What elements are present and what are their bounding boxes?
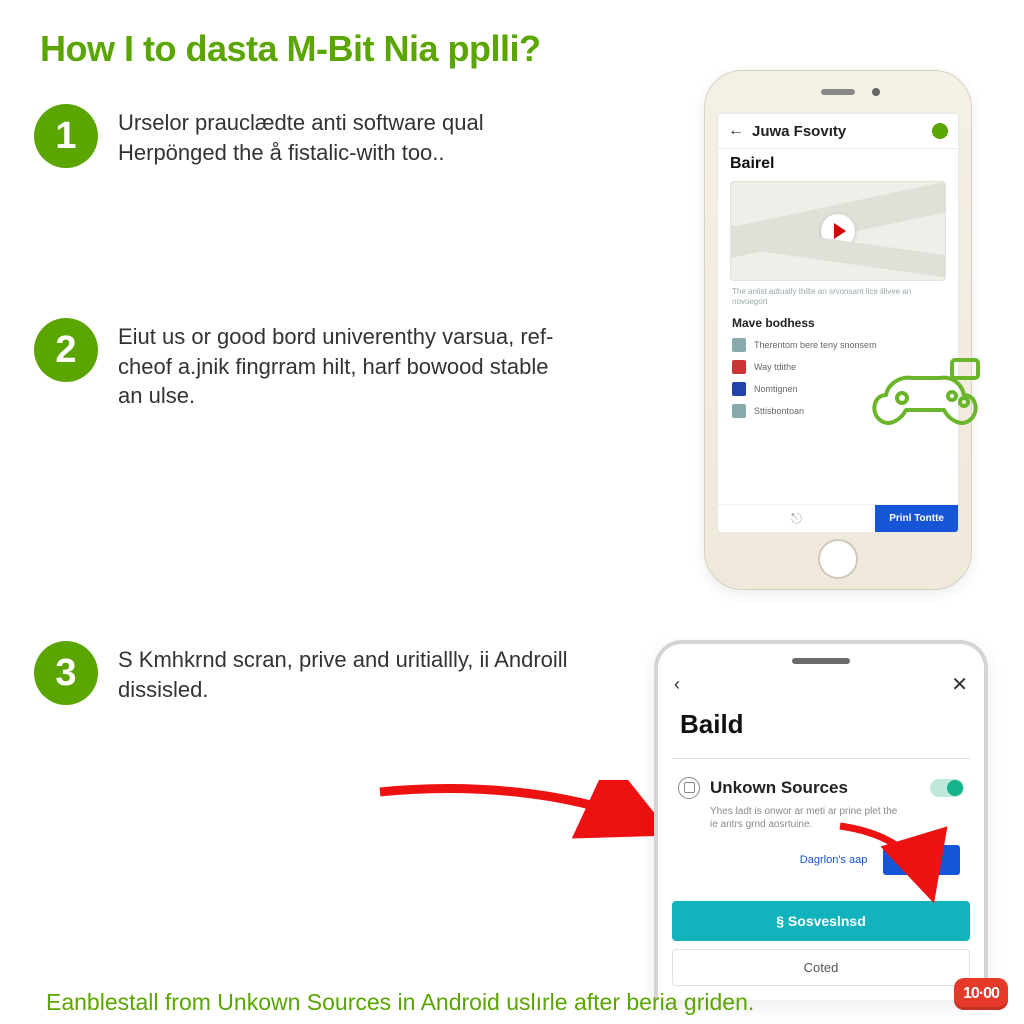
wide-action-button[interactable]: § Sosveslnsd xyxy=(672,901,970,941)
list-item-label: Way tdithe xyxy=(754,362,796,372)
sources-icon xyxy=(678,777,700,799)
home-button[interactable] xyxy=(818,539,858,579)
watermark-badge: 10·00 xyxy=(954,978,1008,1010)
step-number-badge: 3 xyxy=(34,641,98,705)
secondary-action-button[interactable]: Coted xyxy=(672,949,970,986)
step-number-badge: 2 xyxy=(34,318,98,382)
sheet-grip xyxy=(792,658,850,664)
game-controller-icon xyxy=(866,340,996,430)
confirm-button[interactable]: Riannl xyxy=(883,845,960,875)
primary-footer-button[interactable]: Prinl Tontte xyxy=(875,505,958,532)
sheet-title: Baild xyxy=(658,699,984,758)
step-text: Urselor prauclædte anti software qual He… xyxy=(118,104,578,167)
play-icon[interactable] xyxy=(821,214,855,248)
map-preview[interactable] xyxy=(730,181,946,281)
phone-mockup-app: ← Juwa Fsovıty Bairel The anlist adtuall… xyxy=(704,70,972,590)
step-3: 3 S Kmhkrnd scran, prive and uritiallly,… xyxy=(34,641,634,705)
unknown-sources-description: Yhes ladt is onwor ar meti ar prine plet… xyxy=(678,799,898,845)
close-icon[interactable]: ✕ xyxy=(951,672,968,697)
back-icon[interactable]: ‹ xyxy=(674,674,680,695)
step-text: Eiut us or good bord univerenthy varsua,… xyxy=(118,318,578,411)
map-caption: The anlist adtually thilte an srvonsant … xyxy=(718,283,958,312)
section-title-bairel: Bairel xyxy=(718,149,958,177)
sheet-topbar: ‹ ✕ xyxy=(658,670,984,699)
step-2: 2 Eiut us or good bord univerenthy varsu… xyxy=(34,318,634,411)
unknown-sources-toggle[interactable] xyxy=(930,779,964,797)
footer-spacer-icon: ⎋ xyxy=(718,505,875,532)
app-header: ← Juwa Fsovıty xyxy=(718,114,958,149)
list-title: Mave bodhess xyxy=(726,312,950,334)
footer-caption: Eanblestall from Unkown Sources in Andro… xyxy=(0,989,1024,1016)
list-item-label: Therentom bere teny snonsem xyxy=(754,340,877,350)
phone-mockup-settings: ‹ ✕ Baild Unkown Sources Yhes ladt is on… xyxy=(654,640,988,1000)
app-footer: ⎋ Prinl Tontte xyxy=(718,504,958,532)
status-dot-icon xyxy=(932,123,948,139)
phone-camera xyxy=(872,88,880,96)
step-1: 1 Urselor prauclædte anti software qual … xyxy=(34,104,634,168)
swatch-icon xyxy=(732,338,746,352)
swatch-icon xyxy=(732,404,746,418)
app-title: Juwa Fsovıty xyxy=(752,123,924,140)
steps-column: 1 Urselor prauclædte anti software qual … xyxy=(34,104,634,845)
step-number-badge: 1 xyxy=(34,104,98,168)
phone-speaker xyxy=(821,89,855,95)
list-item-label: Sttisbontoan xyxy=(754,406,804,416)
unknown-sources-row: Unkown Sources xyxy=(678,777,964,799)
card-actions: Dagrlon's aap Riannl xyxy=(678,845,964,875)
list-item-label: Nomtignen xyxy=(754,384,798,394)
swatch-icon xyxy=(732,382,746,396)
swatch-icon xyxy=(732,360,746,374)
step-text: S Kmhkrnd scran, prive and uritiallly, i… xyxy=(118,641,578,704)
unknown-sources-card: Unkown Sources Yhes ladt is onwor ar met… xyxy=(672,758,970,885)
phone-screen: ← Juwa Fsovıty Bairel The anlist adtuall… xyxy=(717,113,959,533)
back-icon[interactable]: ← xyxy=(728,122,744,140)
secondary-link[interactable]: Dagrlon's aap xyxy=(800,854,868,866)
unknown-sources-label: Unkown Sources xyxy=(710,778,920,798)
